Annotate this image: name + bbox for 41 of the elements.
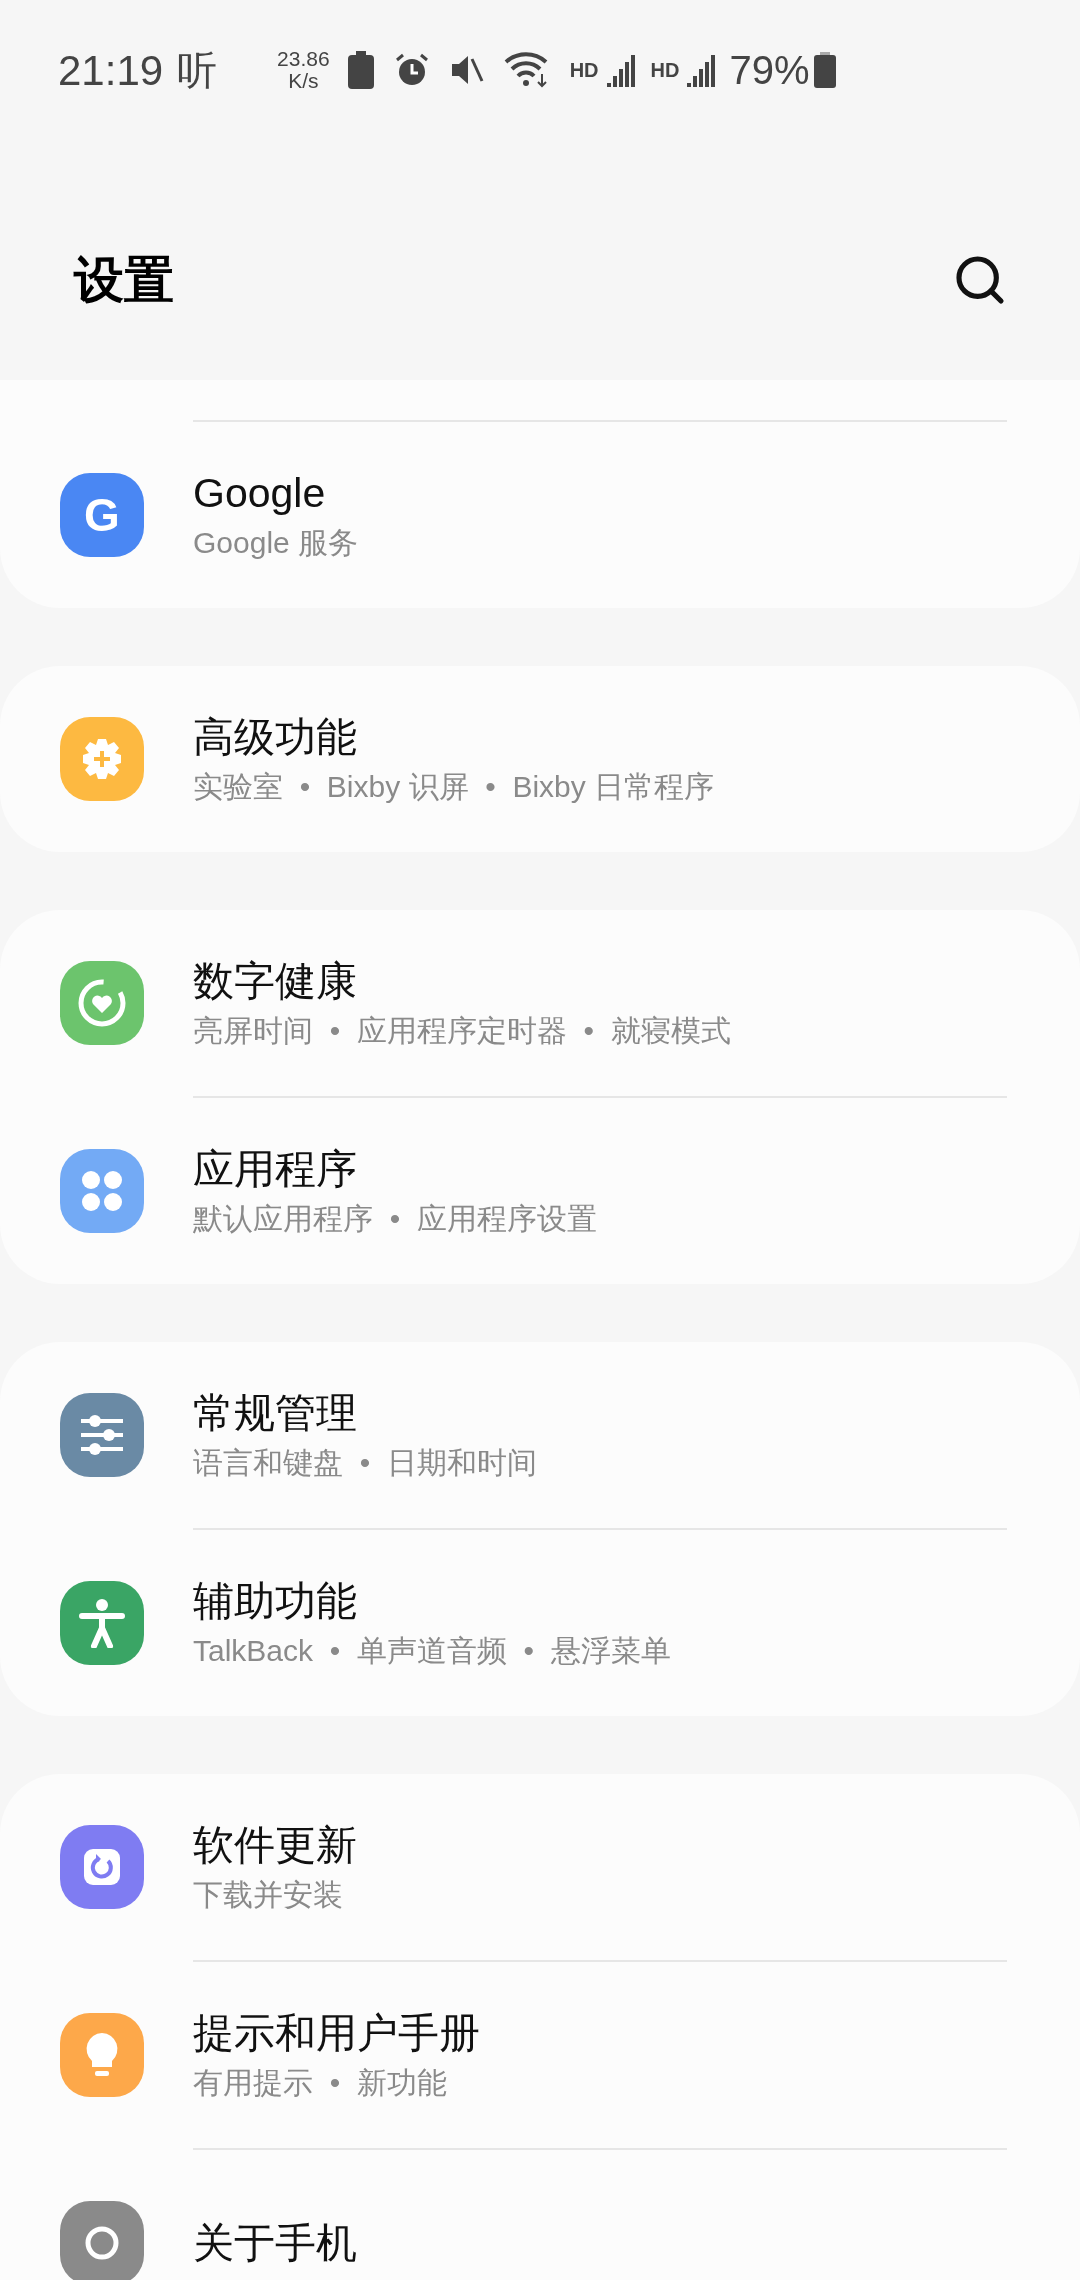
battery-percent: 79% <box>729 47 810 94</box>
signal-icon <box>606 53 637 87</box>
item-subtitle: 下载并安装 <box>193 1877 344 1913</box>
settings-item[interactable]: 软件更新 下载并安装 <box>0 1774 1080 1960</box>
item-subtitle: 有用提示 • 新功能 <box>193 2065 448 2101</box>
item-title: 常规管理 <box>193 1389 358 1438</box>
settings-item[interactable]: 高级功能 实验室 • Bixby 识屏 • Bixby 日常程序 <box>0 666 1080 852</box>
page-title: 设置 <box>74 250 174 310</box>
item-subtitle: 语言和键盘 • 日期和时间 <box>193 1445 537 1481</box>
google-icon: G <box>60 473 144 557</box>
settings-item[interactable]: 常规管理 语言和键盘 • 日期和时间 <box>0 1342 1080 1528</box>
settings-item[interactable]: 数字健康 亮屏时间 • 应用程序定时器 • 就寝模式 <box>0 910 1080 1096</box>
clock: 21:19 <box>58 45 164 96</box>
network-type: HD <box>569 58 599 83</box>
settings-item[interactable]: G Google Google 服务 <box>0 422 1080 608</box>
item-subtitle: 默认应用程序 • 应用程序设置 <box>193 1201 597 1237</box>
settings-item[interactable]: 关于手机 <box>0 2150 1080 2280</box>
settings-item[interactable]: 提示和用户手册 有用提示 • 新功能 <box>0 1962 1080 2148</box>
notification-text: 听 <box>177 47 218 94</box>
battery-saver-icon <box>347 51 374 89</box>
settings-item[interactable]: 辅助功能 TalkBack • 单声道音频 • 悬浮菜单 <box>0 1530 1080 1716</box>
settings-item[interactable]: 应用程序 默认应用程序 • 应用程序设置 <box>0 1098 1080 1284</box>
item-subtitle: TalkBack • 单声道音频 • 悬浮菜单 <box>193 1633 671 1669</box>
net-speed-unit: K/s <box>288 70 319 92</box>
mute-icon <box>449 53 484 87</box>
item-title: 辅助功能 <box>193 1577 358 1626</box>
alarm-icon <box>393 52 430 88</box>
network-type: HD <box>650 58 680 83</box>
item-subtitle: 实验室 • Bixby 识屏 • Bixby 日常程序 <box>193 769 715 805</box>
net-speed: 23.86 <box>277 48 330 70</box>
item-title: 软件更新 <box>193 1821 357 1870</box>
item-subtitle: Google 服务 <box>193 525 359 561</box>
item-title: Google <box>193 469 327 518</box>
item-subtitle: 亮屏时间 • 应用程序定时器 • 就寝模式 <box>193 1013 731 1049</box>
item-title: 高级功能 <box>193 713 358 762</box>
item-title: 提示和用户手册 <box>193 2009 480 2058</box>
item-title: 关于手机 <box>193 2219 357 2268</box>
item-title: 数字健康 <box>193 957 358 1006</box>
item-title: 应用程序 <box>193 1145 358 1194</box>
signal-icon <box>687 53 718 87</box>
battery-icon <box>813 52 836 88</box>
